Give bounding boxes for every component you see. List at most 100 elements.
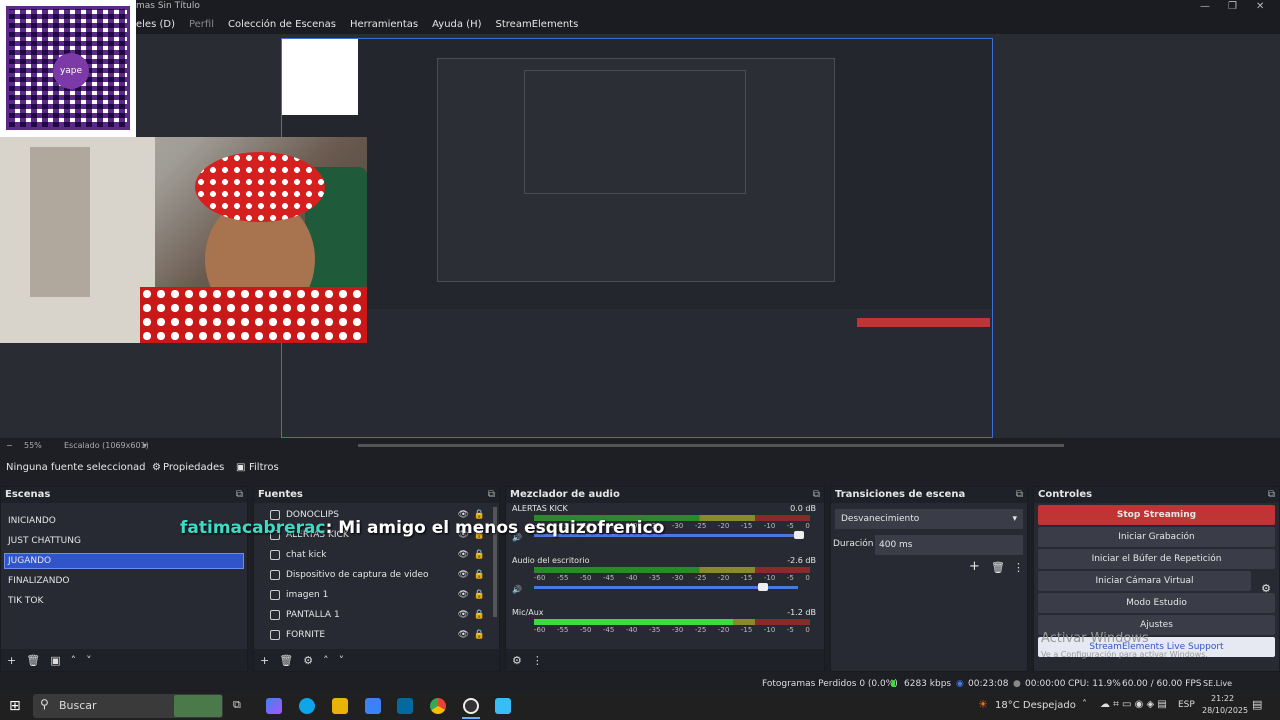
gear-icon[interactable]: ⚙: [512, 654, 522, 667]
lock-icon[interactable]: 🔒: [474, 605, 485, 625]
file-explorer-icon[interactable]: [332, 698, 348, 714]
live-icon: ◉: [956, 679, 964, 689]
transition-select[interactable]: Desvanecimiento ▾: [835, 509, 1023, 529]
duration-input[interactable]: 400 ms: [875, 535, 1023, 555]
menu-streamelements[interactable]: StreamElements: [496, 16, 579, 34]
menu-edit[interactable]: eles (D): [136, 16, 175, 34]
popout-icon[interactable]: ⧉: [488, 487, 495, 503]
virtual-camera-button[interactable]: Iniciar Cámara Virtual: [1038, 571, 1251, 591]
chevron-up-icon[interactable]: ˄: [71, 654, 77, 667]
filter-icon[interactable]: ▣: [236, 457, 245, 479]
eye-icon[interactable]: 👁: [458, 565, 469, 585]
add-icon[interactable]: +: [969, 559, 980, 574]
program-preview[interactable]: [281, 38, 993, 438]
weather-icon[interactable]: ☀: [978, 698, 988, 711]
source-item[interactable]: chat kick 👁 🔒: [254, 545, 499, 565]
qr-pattern: yape: [6, 6, 130, 130]
task-view-icon[interactable]: ⧉: [233, 698, 241, 712]
clock-time[interactable]: 21:22: [1211, 694, 1234, 703]
clock-date[interactable]: 28/10/2025: [1202, 706, 1248, 715]
popout-icon[interactable]: ⧉: [1016, 487, 1023, 503]
nested-capture-2: [524, 70, 746, 194]
chevron-up-icon[interactable]: ˄: [323, 654, 329, 667]
zoom-minus[interactable]: −: [6, 440, 13, 452]
mixer-footer: ⚙ ⋮: [506, 649, 824, 671]
scale-label[interactable]: Escalado (1069x601): [64, 440, 149, 452]
app-icon[interactable]: [495, 698, 511, 714]
cpu-usage: CPU: 11.9%: [1068, 679, 1121, 689]
popout-icon[interactable]: ⧉: [1268, 487, 1275, 503]
chat-message: : Mi amigo el menos esquizofrenico: [325, 518, 665, 538]
lock-icon[interactable]: 🔒: [474, 545, 485, 565]
properties-button[interactable]: Propiedades: [163, 457, 224, 479]
red-bandana: [195, 152, 325, 222]
windows-start-icon[interactable]: ⊞: [9, 698, 21, 714]
more-icon[interactable]: ⋮: [1013, 561, 1024, 574]
lock-icon[interactable]: 🔒: [474, 625, 485, 645]
menu-scene-collection[interactable]: Colección de Escenas: [228, 16, 336, 34]
copilot-icon[interactable]: [266, 698, 282, 714]
tray-icons[interactable]: ☁ ⌗ ▭ ◉ ◈ ▤: [1100, 699, 1167, 710]
gear-icon[interactable]: ⚙: [152, 457, 161, 479]
eye-icon[interactable]: 👁: [458, 585, 469, 605]
channel-name: Mic/Aux: [512, 608, 544, 617]
menu-tools[interactable]: Herramientas: [350, 16, 418, 34]
source-item[interactable]: Dispositivo de captura de video 👁 🔒: [254, 565, 499, 585]
qr-code: yape: [0, 0, 136, 137]
obs-icon[interactable]: [463, 698, 479, 714]
start-recording-button[interactable]: Iniciar Grabación: [1038, 527, 1275, 547]
gear-icon[interactable]: ⚙: [303, 654, 313, 667]
source-item[interactable]: PANTALLA 1 👁 🔒: [254, 605, 499, 625]
add-icon[interactable]: +: [260, 654, 269, 667]
nested-capture-1: [437, 58, 835, 282]
gear-icon[interactable]: ⚙: [1261, 582, 1271, 595]
filter-icon[interactable]: ▣: [50, 654, 60, 667]
stop-streaming-button[interactable]: Stop Streaming: [1038, 505, 1275, 525]
tray-chevron-up-icon[interactable]: ˄: [1082, 699, 1087, 710]
chevron-down-icon[interactable]: ˅: [86, 654, 92, 667]
zoom-level[interactable]: 55%: [24, 440, 42, 452]
lock-icon[interactable]: 🔒: [474, 585, 485, 605]
chevron-down-icon[interactable]: ˅: [339, 654, 345, 667]
menu-help[interactable]: Ayuda (H): [432, 16, 481, 34]
scenes-header: Escenas ⧉: [1, 487, 247, 503]
source-item[interactable]: FORNITE 👁 🔒: [254, 625, 499, 645]
slider-knob[interactable]: [758, 583, 768, 591]
store-icon[interactable]: [365, 698, 381, 714]
add-icon[interactable]: +: [7, 654, 16, 667]
popout-icon[interactable]: ⧉: [813, 487, 820, 503]
trash-icon[interactable]: 🗑: [279, 654, 293, 667]
menu-profile[interactable]: Perfil: [189, 16, 214, 34]
more-icon[interactable]: ⋮: [532, 654, 543, 667]
scene-item[interactable]: TIK TOK: [1, 591, 247, 611]
replay-buffer-button[interactable]: Iniciar el Búfer de Repetición: [1038, 549, 1275, 569]
chrome-icon[interactable]: [430, 698, 446, 714]
trash-icon[interactable]: 🗑: [26, 654, 40, 667]
volume-slider[interactable]: [534, 583, 798, 591]
eye-icon[interactable]: 👁: [458, 545, 469, 565]
studio-mode-button[interactable]: Modo Estudio: [1038, 593, 1275, 613]
minimize-button[interactable]: —: [1200, 0, 1210, 14]
eye-icon[interactable]: 👁: [458, 605, 469, 625]
dropped-frames: Fotogramas Perdidos 0 (0.0%): [762, 679, 898, 689]
scene-item[interactable]: FINALIZANDO: [1, 571, 247, 591]
preview-scrollbar[interactable]: [358, 444, 1064, 447]
lock-icon[interactable]: 🔒: [474, 565, 485, 585]
speaker-icon[interactable]: 🔊: [512, 585, 522, 594]
chevron-down-icon[interactable]: ▾: [143, 440, 147, 452]
source-item[interactable]: imagen 1 👁 🔒: [254, 585, 499, 605]
record-icon: ●: [1013, 679, 1021, 689]
slider-knob[interactable]: [794, 531, 804, 539]
filters-button[interactable]: Filtros: [249, 457, 279, 479]
notification-icon[interactable]: ▤: [1252, 698, 1262, 711]
language-indicator[interactable]: ESP: [1178, 700, 1195, 710]
edge-icon[interactable]: [299, 698, 315, 714]
popout-icon[interactable]: ⧉: [236, 487, 243, 503]
weather-text[interactable]: 18°C Despejado: [995, 700, 1076, 711]
close-button[interactable]: ✕: [1256, 0, 1264, 14]
outlook-icon[interactable]: [397, 698, 413, 714]
trash-icon[interactable]: 🗑: [991, 561, 1005, 574]
eye-icon[interactable]: 👁: [458, 625, 469, 645]
scene-item-selected[interactable]: JUGANDO: [4, 553, 244, 569]
maximize-button[interactable]: ❐: [1228, 0, 1237, 14]
